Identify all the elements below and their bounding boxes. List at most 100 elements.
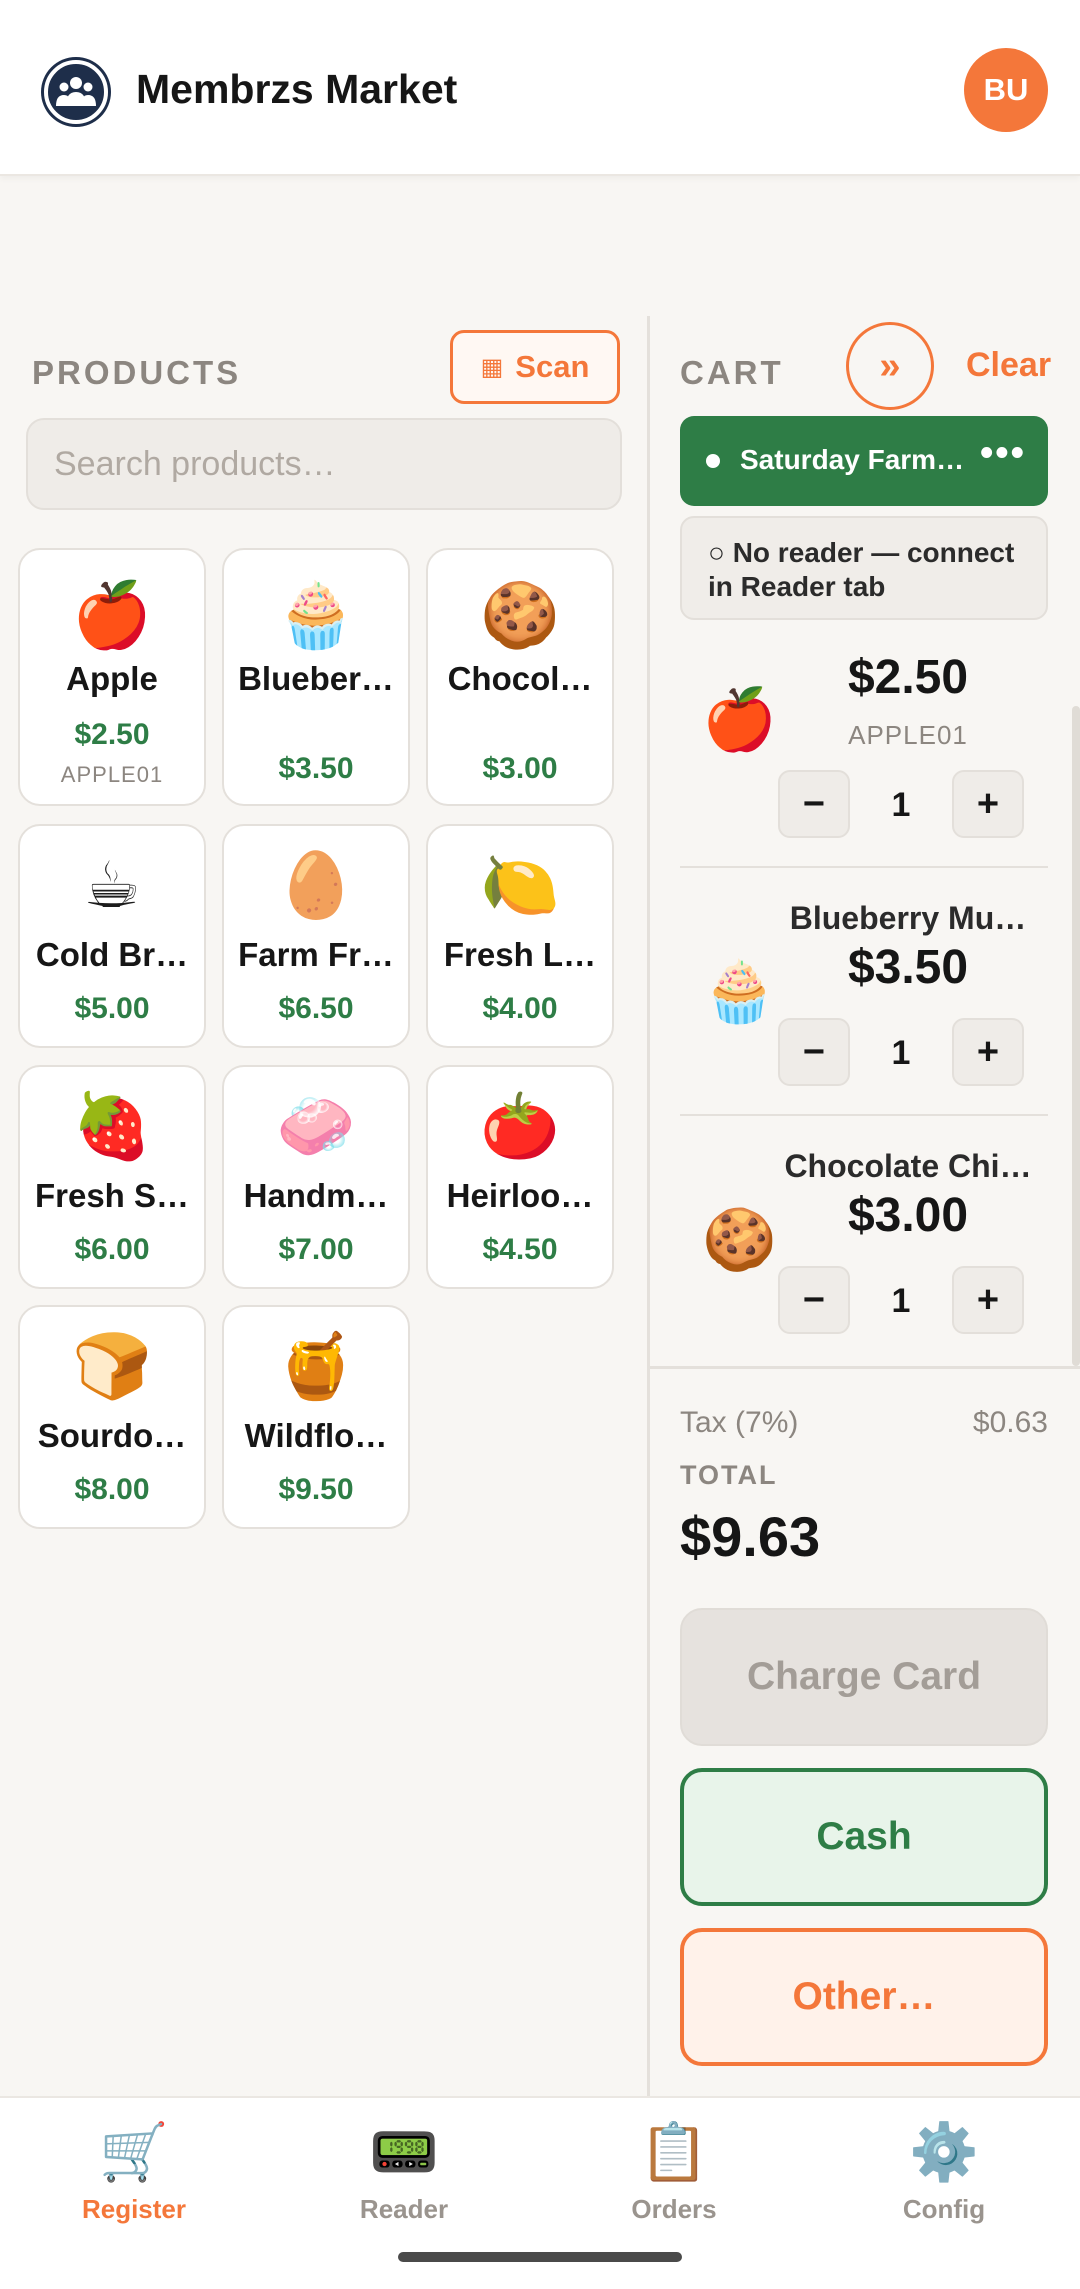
lemon-icon: 🍋 [480,849,560,921]
increase-qty-button[interactable]: + [952,1018,1024,1086]
strawberry-icon: 🍓 [72,1090,152,1162]
cookie-icon: 🍪 [702,1206,777,1273]
decrease-qty-button[interactable]: − [778,770,850,838]
soap-icon: 🧼 [276,1090,356,1162]
product-name: Farm Fr… [238,936,394,973]
product-name: Blueber… [238,660,394,697]
apple-icon: 🍎 [702,686,777,753]
product-card-wildflower-honey[interactable]: 🍯 Wildflo… $9.50 [222,1305,410,1529]
decrease-qty-button[interactable]: − [778,1266,850,1334]
clipboard-icon: 📋 [639,2120,709,2183]
coffee-icon: ☕ [83,849,141,921]
home-indicator[interactable] [398,2252,682,2262]
tomato-icon: 🍅 [480,1090,560,1162]
cart-item-name: Chocolate Chi… [784,1148,1032,1184]
increase-qty-button[interactable]: + [952,1266,1024,1334]
nav-config[interactable]: ⚙️ Config [844,2120,1044,2225]
nav-orders[interactable]: 📋 Orders [574,2120,774,2225]
product-name: Sourdo… [37,1417,187,1454]
product-card-fresh-lemon[interactable]: 🍋 Fresh L… $4.00 [426,824,614,1048]
products-section-label: PRODUCTS [32,354,242,391]
scan-button-label: Scan [515,349,590,384]
nav-label: Orders [631,2194,717,2224]
event-selector[interactable]: Saturday Farm … ••• [680,416,1048,506]
user-avatar[interactable]: BU [964,48,1048,132]
cart-item-price: $2.50 [847,651,969,704]
shopping-cart-icon: 🛒 [99,2120,169,2183]
status-dot-icon [706,454,720,468]
product-price: $9.50 [278,1473,354,1506]
product-card-cold-brew[interactable]: ☕ Cold Br… $5.00 [18,824,206,1048]
cart-item-qty: 1 [891,1282,911,1320]
product-name: Wildflo… [244,1417,388,1454]
product-card-sourdough[interactable]: 🍞 Sourdo… $8.00 [18,1305,206,1529]
product-card-apple[interactable]: 🍎 Apple $2.50 APPLE01 [18,548,206,806]
cart-item-divider [680,1114,1048,1116]
nav-register[interactable]: 🛒 Register [34,2120,234,2225]
more-options-icon[interactable]: ••• [980,432,1026,475]
apple-icon: 🍎 [72,579,152,651]
cart-item-divider [680,866,1048,868]
product-name: Handm… [243,1177,389,1214]
charge-card-button[interactable]: Charge Card [680,1608,1048,1746]
barcode-scan-icon: ▦ [480,353,504,381]
bread-icon: 🍞 [72,1330,152,1402]
nav-label: Register [81,2194,187,2224]
product-price: $6.50 [278,992,354,1025]
product-search-input[interactable] [26,418,622,510]
product-price: $3.50 [278,752,354,785]
product-card-handmade-soap[interactable]: 🧼 Handm… $7.00 [222,1065,410,1289]
reader-status: ○ No reader — connect in Reader tab [680,516,1048,620]
product-price: $4.00 [482,992,558,1025]
gear-icon: ⚙️ [909,2120,979,2183]
product-price: $5.00 [74,992,150,1025]
product-card-farm-fresh[interactable]: 🥚 Farm Fr… $6.50 [222,824,410,1048]
product-name: Apple [66,660,158,697]
nav-label: Config [902,2194,986,2224]
cart-item-price: $3.00 [847,1189,969,1242]
product-card-heirloom-tomato[interactable]: 🍅 Heirloo… $4.50 [426,1065,614,1289]
nav-reader[interactable]: 📟 Reader [304,2120,504,2225]
cart-scrollbar[interactable] [1072,706,1080,1366]
cupcake-icon: 🧁 [276,579,356,651]
nav-label: Reader [359,2194,449,2224]
product-sku: APPLE01 [60,762,164,787]
cart-item: 🍎 $2.50 APPLE01 − 1 + [680,640,1048,866]
tax-value: $0.63 [972,1406,1048,1439]
egg-icon: 🥚 [276,849,356,921]
clear-cart-button[interactable]: Clear [966,346,1051,385]
product-price: $4.50 [482,1233,558,1266]
card-reader-icon: 📟 [369,2120,439,2183]
app-title: Membrzs Market [136,66,458,112]
decrease-qty-button[interactable]: − [778,1018,850,1086]
product-name: Chocol… [447,660,593,697]
cart-item-qty: 1 [891,1034,911,1072]
cash-button[interactable]: Cash [680,1768,1048,1906]
tax-label: Tax (7%) [680,1406,799,1439]
app-header: Membrzs Market BU [0,0,1080,176]
collapse-cart-button[interactable]: » [846,322,934,410]
cart-section-label: CART [680,354,784,391]
product-price: $8.00 [74,1473,150,1506]
double-chevron-right-icon: » [879,344,901,387]
cart-item: 🧁 Blueberry Mu… $3.50 − 1 + [680,890,1048,1116]
product-card-fresh-strawberry[interactable]: 🍓 Fresh S… $6.00 [18,1065,206,1289]
product-card-blueberry[interactable]: 🧁 Blueber… $3.50 [222,548,410,806]
product-price: $6.00 [74,1233,150,1266]
product-name: Cold Br… [35,936,189,973]
other-payment-button[interactable]: Other… [680,1928,1048,2066]
scan-button[interactable]: ▦ Scan [450,330,620,404]
cart-item-qty: 1 [891,786,911,824]
cart-item-sku: APPLE01 [848,720,968,750]
cart-item: 🍪 Chocolate Chi… $3.00 − 1 + [680,1138,1048,1364]
cupcake-icon: 🧁 [702,958,777,1025]
product-card-chocolate[interactable]: 🍪 Chocol… $3.00 [426,548,614,806]
total-label: TOTAL [680,1460,778,1490]
event-name: Saturday Farm … [740,444,970,475]
product-name: Fresh L… [443,936,597,973]
product-name: Heirloo… [446,1177,594,1214]
honey-pot-icon: 🍯 [276,1330,356,1402]
team-people-icon [44,60,108,124]
cart-summary-divider [650,1366,1080,1369]
increase-qty-button[interactable]: + [952,770,1024,838]
